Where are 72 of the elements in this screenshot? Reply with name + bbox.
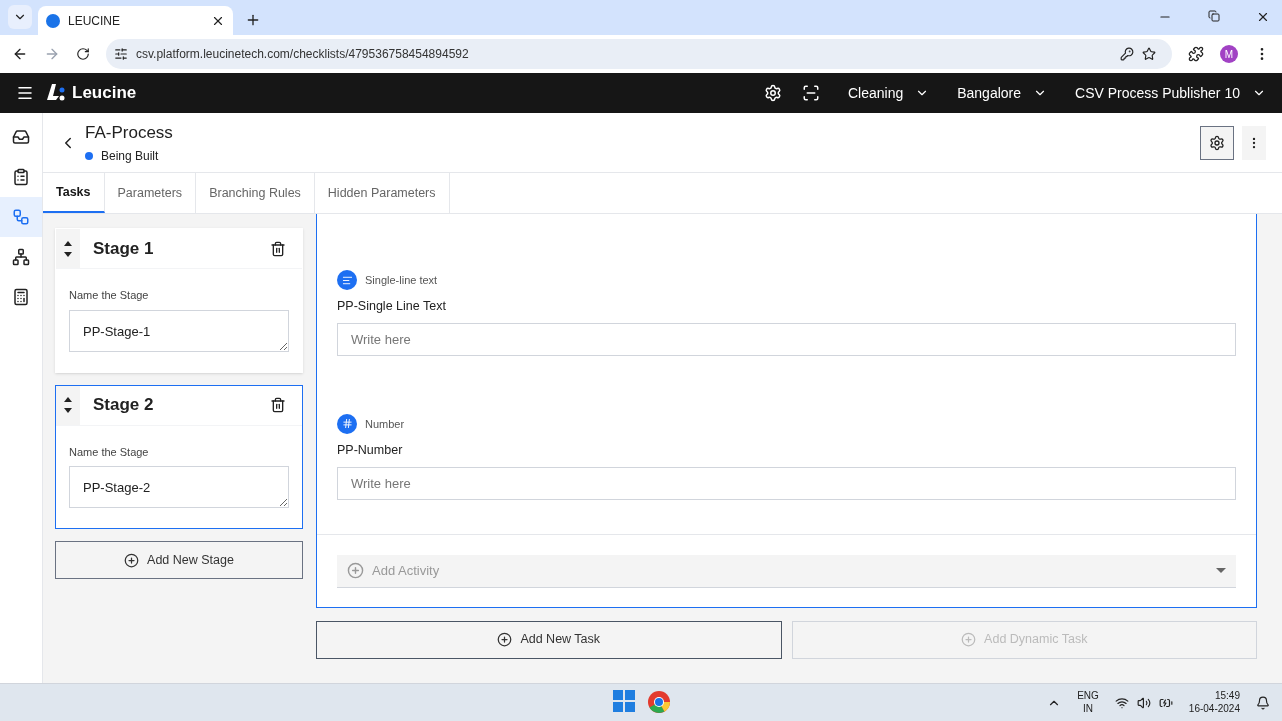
field-label: Name the Stage: [69, 444, 150, 460]
flowchart-icon: [12, 208, 30, 226]
volume-icon[interactable]: [1136, 695, 1151, 710]
notification-bell-icon[interactable]: [1256, 695, 1270, 710]
stage-card[interactable]: Stage 1 Name the Stage PP-Stage-1: [55, 228, 303, 373]
address-bar[interactable]: csv.platform.leucinetech.com/checklists/479536758454894592: [106, 39, 1172, 69]
move-down-icon[interactable]: [64, 251, 72, 257]
brand-name: Leucine: [72, 82, 137, 105]
parameter-input-field[interactable]: Write here: [337, 466, 1236, 500]
menu-icon[interactable]: [16, 84, 34, 102]
hierarchy-icon: [12, 248, 30, 266]
parameter-type-label: Single-line text: [365, 272, 438, 288]
settings-icon[interactable]: [763, 84, 782, 102]
move-up-icon[interactable]: [64, 397, 72, 402]
delete-icon[interactable]: [270, 240, 286, 257]
stage-title: Stage 2: [93, 394, 155, 417]
language-indicator[interactable]: ENG IN: [1077, 690, 1099, 715]
move-up-icon[interactable]: [64, 240, 72, 246]
clock[interactable]: 15:49 16-04-2024: [1188, 690, 1240, 715]
settings-icon: [1209, 134, 1225, 151]
restore-icon[interactable]: [1208, 10, 1220, 22]
windows-start-icon[interactable]: [613, 690, 635, 712]
site-favicon: [46, 13, 60, 28]
key-icon[interactable]: [1120, 47, 1134, 61]
bookmark-star-icon[interactable]: [1142, 47, 1156, 61]
status-text: Being Built: [101, 148, 159, 166]
close-window-icon[interactable]: [1256, 10, 1270, 24]
field-label: Name the Stage: [69, 288, 150, 303]
move-down-icon[interactable]: [64, 408, 72, 413]
parameter-name: PP-Single Line Text: [337, 298, 447, 315]
wifi-icon[interactable]: [1114, 695, 1129, 710]
parameter-type-icon: [337, 270, 357, 290]
calculator-icon: [12, 288, 30, 306]
stage-name-field[interactable]: PP-Stage-1: [69, 309, 289, 352]
reload-icon[interactable]: [76, 47, 90, 61]
logo-icon: [46, 84, 66, 102]
stage-name-field[interactable]: PP-Stage-2: [69, 466, 289, 508]
tab[interactable]: Parameters: [104, 173, 197, 213]
tab[interactable]: Branching Rules: [196, 173, 315, 213]
task-action-button[interactable]: Add New Task: [316, 620, 782, 659]
settings-button[interactable]: [1200, 125, 1234, 160]
add-stage-button[interactable]: Add New Stage: [55, 541, 303, 579]
parameter-input-field[interactable]: Write here: [337, 322, 1236, 356]
chrome-browser-icon[interactable]: [647, 690, 671, 714]
back-icon[interactable]: [12, 46, 28, 62]
parameter-name: PP-Number: [337, 441, 404, 459]
plus-circle-icon: [124, 552, 140, 568]
header-dropdown[interactable]: Cleaning: [847, 82, 930, 104]
stage-title: Stage 1: [93, 237, 155, 260]
header-dropdown[interactable]: Bangalore: [957, 82, 1048, 104]
header-dropdown[interactable]: CSV Process Publisher 10: [1075, 82, 1266, 104]
tab[interactable]: Hidden Parameters: [314, 173, 450, 213]
tab-list-button[interactable]: [8, 5, 32, 29]
new-tab-icon[interactable]: [245, 12, 261, 28]
plus-circle-icon: [961, 632, 977, 647]
parameter-type-icon: [337, 413, 357, 434]
process-title: FA-Process: [85, 121, 173, 144]
url-text: csv.platform.leucinetech.com/checklists/479536758454894592: [136, 46, 470, 63]
inbox-icon: [12, 128, 30, 146]
delete-icon[interactable]: [270, 397, 286, 413]
tab[interactable]: Tasks: [43, 173, 105, 213]
clipboard-icon: [12, 168, 30, 186]
plus-circle-icon: [497, 632, 513, 647]
stage-card[interactable]: Stage 2 Name the Stage PP-Stage-2: [55, 384, 303, 529]
extensions-icon[interactable]: [1188, 46, 1204, 62]
plus-circle-icon: [347, 562, 364, 579]
scan-icon[interactable]: [801, 84, 820, 102]
profile-avatar[interactable]: M: [1220, 45, 1238, 63]
parameter-type-label: Number: [365, 416, 405, 432]
dropdown-caret-icon: [1216, 568, 1226, 573]
site-info-icon[interactable]: [114, 47, 128, 61]
browser-tab[interactable]: LEUCINE: [38, 6, 233, 35]
